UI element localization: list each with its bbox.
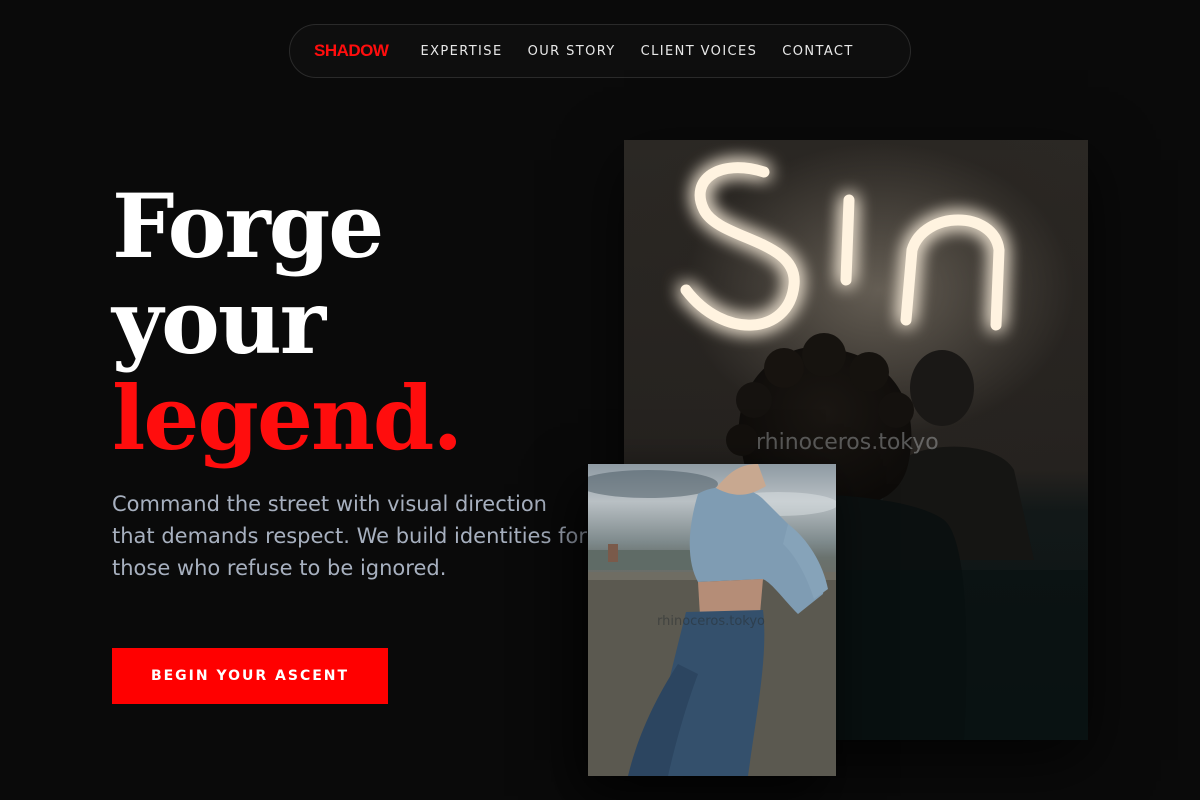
hero-subtitle: Command the street with visual direction… bbox=[112, 492, 587, 580]
nav-links: EXPERTISE OUR STORY CLIENT VOICES CONTAC… bbox=[420, 44, 853, 59]
denim-photo-illustration bbox=[588, 464, 836, 776]
neon-sign-text bbox=[680, 162, 1005, 331]
nav-link-contact[interactable]: CONTACT bbox=[782, 44, 853, 59]
top-nav: SHADOW EXPERTISE OUR STORY CLIENT VOICES… bbox=[289, 24, 911, 78]
headline-line-3-accent: legend. bbox=[112, 366, 463, 470]
hero-headline: Forge your legend. bbox=[112, 174, 463, 470]
brand-logo[interactable]: SHADOW bbox=[314, 41, 389, 61]
nav-link-expertise[interactable]: EXPERTISE bbox=[420, 44, 502, 59]
denim-fashion-photo: rhinoceros.tokyo bbox=[588, 464, 836, 776]
nav-link-client-voices[interactable]: CLIENT VOICES bbox=[641, 44, 758, 59]
nav-link-our-story[interactable]: OUR STORY bbox=[528, 44, 616, 59]
begin-ascent-button[interactable]: BEGIN YOUR ASCENT bbox=[112, 648, 388, 704]
headline-line-2: your bbox=[112, 270, 326, 374]
headline-line-1: Forge bbox=[112, 174, 384, 278]
